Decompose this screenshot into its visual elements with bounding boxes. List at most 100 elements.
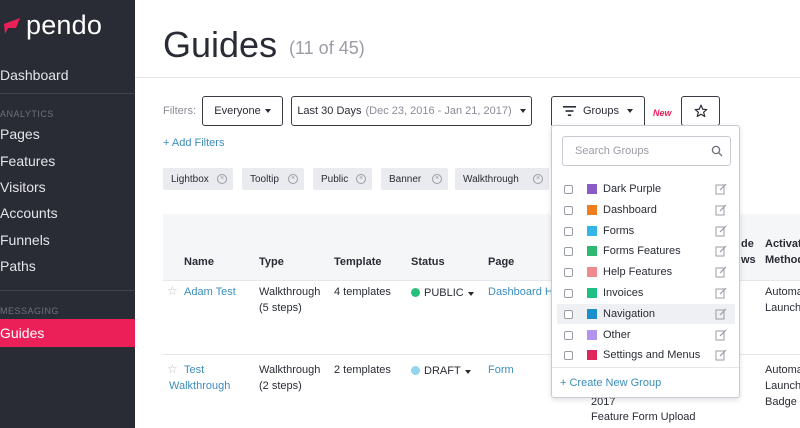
guide-name-link[interactable]: Adam Test: [184, 284, 236, 300]
color-swatch: [587, 184, 597, 194]
edit-icon[interactable]: [715, 349, 727, 361]
sidebar-item-visitors[interactable]: Visitors: [0, 174, 135, 200]
edit-icon[interactable]: [715, 329, 727, 341]
filter-chip-walkthrough[interactable]: Walkthrough ×: [455, 168, 549, 190]
group-label: Other: [603, 329, 631, 341]
color-swatch: [587, 288, 597, 298]
edit-icon[interactable]: [715, 266, 727, 278]
column-header-type[interactable]: Type: [259, 256, 284, 268]
create-new-group-link[interactable]: + Create New Group: [560, 377, 661, 389]
group-item-other[interactable]: Other: [557, 325, 735, 345]
chip-label: Lightbox: [171, 173, 209, 185]
edit-icon[interactable]: [715, 183, 727, 195]
edit-icon[interactable]: [715, 204, 727, 216]
close-icon[interactable]: ×: [288, 174, 298, 184]
groups-dropdown-menu: Search Groups Dark Purple Dashboard Form…: [551, 125, 740, 398]
favorite-filter-button[interactable]: [681, 96, 720, 126]
checkbox[interactable]: [564, 184, 573, 194]
new-badge: New: [653, 108, 672, 118]
edit-icon[interactable]: [715, 308, 727, 320]
sidebar: pendo Dashboard ANALYTICS Pages Features…: [0, 0, 135, 428]
filter-icon: [562, 106, 576, 116]
group-item-forms-features[interactable]: Forms Features: [557, 241, 735, 261]
column-header-page[interactable]: Page: [488, 256, 514, 268]
sidebar-item-accounts[interactable]: Accounts: [0, 200, 135, 226]
sidebar-item-funnels[interactable]: Funnels: [0, 227, 135, 253]
brand-logo[interactable]: pendo: [2, 10, 102, 41]
column-header-status[interactable]: Status: [411, 256, 445, 268]
guide-name-link[interactable]: Test: [184, 362, 204, 378]
group-item-dark-purple[interactable]: Dark Purple: [557, 179, 735, 199]
date-range-value: Last 30 Days: [297, 105, 362, 117]
column-header-views-a[interactable]: de: [741, 238, 754, 250]
checkbox[interactable]: [564, 267, 573, 277]
star-icon[interactable]: ☆: [167, 362, 178, 376]
groups-dropdown-button[interactable]: Groups: [551, 96, 645, 126]
group-label: Dashboard: [603, 204, 657, 216]
edit-icon[interactable]: [715, 287, 727, 299]
groups-label: Groups: [582, 105, 620, 117]
add-filters-link[interactable]: + Add Filters: [163, 137, 224, 149]
sidebar-item-dashboard[interactable]: Dashboard: [0, 62, 135, 88]
header-divider: [135, 77, 800, 78]
column-header-views-b[interactable]: ws: [741, 254, 756, 266]
star-icon[interactable]: ☆: [167, 284, 178, 298]
sidebar-item-paths[interactable]: Paths: [0, 253, 135, 279]
sidebar-divider: [0, 93, 135, 94]
page-title: Guides: [163, 24, 278, 65]
close-icon[interactable]: ×: [432, 174, 442, 184]
status-dropdown[interactable]: PUBLIC: [411, 285, 474, 301]
group-item-settings-and-menus[interactable]: Settings and Menus: [557, 345, 735, 365]
group-label: Dark Purple: [603, 183, 662, 195]
group-item-dashboard[interactable]: Dashboard: [557, 200, 735, 220]
group-item-invoices[interactable]: Invoices: [557, 283, 735, 303]
close-icon[interactable]: ×: [356, 174, 366, 184]
guide-steps: (5 steps): [259, 302, 302, 314]
guide-template: 2 templates: [334, 364, 391, 376]
group-item-help-features[interactable]: Help Features: [557, 262, 735, 282]
checkbox[interactable]: [564, 205, 573, 215]
guide-steps: (2 steps): [259, 380, 302, 392]
guide-page-link[interactable]: Dashboard H: [488, 284, 553, 300]
date-range-dropdown[interactable]: Last 30 Days (Dec 23, 2016 - Jan 21, 201…: [291, 96, 532, 126]
filter-chip-lightbox[interactable]: Lightbox ×: [163, 168, 233, 190]
search-groups-input[interactable]: Search Groups: [562, 136, 731, 166]
filter-chip-tooltip[interactable]: Tooltip ×: [242, 168, 304, 190]
group-item-navigation[interactable]: Navigation: [557, 304, 735, 324]
chip-label: Banner: [389, 173, 422, 185]
sidebar-item-features[interactable]: Features: [0, 148, 135, 174]
column-header-template[interactable]: Template: [334, 256, 381, 268]
guide-name-link[interactable]: Walkthrough: [169, 378, 230, 394]
guide-page-link[interactable]: Form: [488, 362, 514, 378]
guide-count: (11 of 45): [289, 38, 365, 58]
status-dropdown[interactable]: DRAFT: [411, 363, 471, 379]
activation-method: Automa: [765, 364, 800, 376]
guide-type: Walkthrough: [259, 364, 321, 376]
sidebar-item-guides[interactable]: Guides: [0, 319, 135, 347]
segment-dropdown[interactable]: Everyone: [202, 96, 283, 126]
filter-chip-banner[interactable]: Banner ×: [381, 168, 448, 190]
edit-icon[interactable]: [715, 225, 727, 237]
edit-icon[interactable]: [715, 245, 727, 257]
color-swatch: [587, 267, 597, 277]
group-item-forms[interactable]: Forms: [557, 221, 735, 241]
group-label: Forms Features: [603, 245, 681, 257]
group-label: Invoices: [603, 287, 644, 299]
column-header-name[interactable]: Name: [184, 256, 214, 268]
close-icon[interactable]: ×: [533, 174, 543, 184]
checkbox[interactable]: [564, 288, 573, 298]
filter-chip-public[interactable]: Public ×: [313, 168, 372, 190]
sidebar-item-pages[interactable]: Pages: [0, 121, 135, 147]
column-header-activation-a[interactable]: Activat: [765, 238, 800, 250]
chevron-down-icon: [627, 109, 634, 113]
checkbox[interactable]: [564, 330, 573, 340]
checkbox[interactable]: [564, 309, 573, 319]
color-swatch: [587, 309, 597, 319]
checkbox[interactable]: [564, 246, 573, 256]
checkbox[interactable]: [564, 350, 573, 360]
checkbox[interactable]: [564, 226, 573, 236]
close-icon[interactable]: ×: [217, 174, 227, 184]
status-dot-icon: [411, 366, 420, 375]
color-swatch: [587, 350, 597, 360]
column-header-activation-b[interactable]: Method: [765, 254, 800, 266]
